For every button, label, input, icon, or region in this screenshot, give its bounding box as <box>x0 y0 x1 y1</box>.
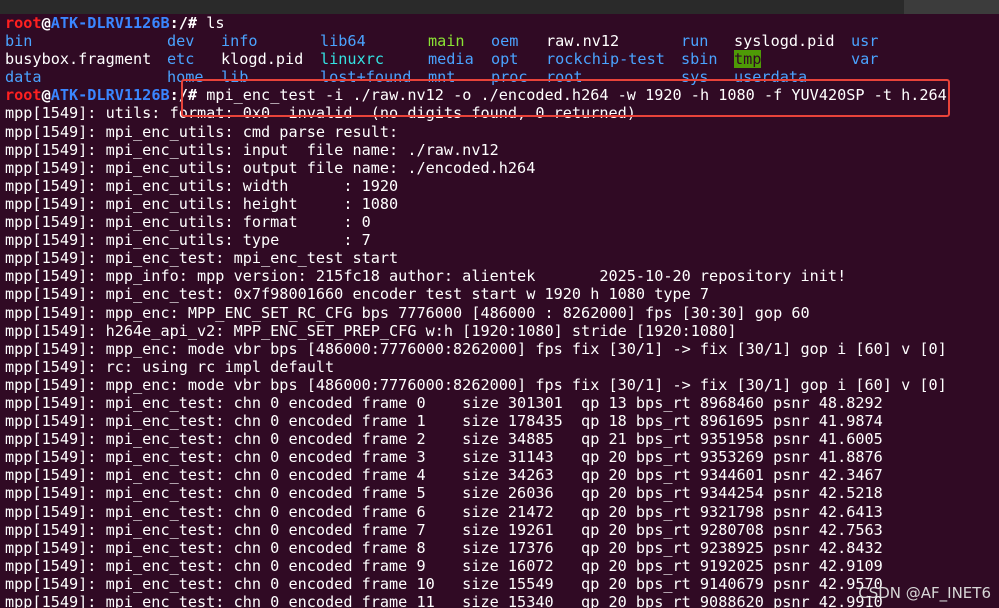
output-line: mpp[1549]: mpi_enc_utils: width : 1920 <box>5 176 399 195</box>
ls-entry: dev <box>167 32 195 51</box>
ls-entry: etc <box>167 50 195 69</box>
output-line: mpp[1549]: mpi_enc_test: chn 0 encoded f… <box>5 412 883 431</box>
ls-listing: bin dev info lib64 main oem raw.nv12 run syslogd… <box>5 32 995 86</box>
output-line: mpp[1549]: mpi_enc_utils: output file na… <box>5 158 536 177</box>
output-line: mpp[1549]: mpi_enc_test: chn 0 encoded f… <box>5 593 883 608</box>
output-line: mpp[1549]: h264e_api_v2: MPP_ENC_SET_PRE… <box>5 321 737 340</box>
ls-entry: klogd.pid <box>221 50 304 69</box>
ls-entry: opt <box>491 50 519 69</box>
ls-row: busybox.fragment etc klogd.pid linuxrc media… <box>5 50 995 69</box>
ls-entry: info <box>221 32 258 51</box>
prompt-path: :/# <box>169 14 198 32</box>
ls-entry: run <box>681 32 709 51</box>
ls-entry: lib64 <box>320 32 366 51</box>
prompt-at: @ <box>41 86 51 105</box>
prompt-at: @ <box>41 14 51 32</box>
ls-entry: main <box>428 32 465 51</box>
prompt-host: ATK-DLRV1126B <box>50 14 170 32</box>
ls-entry: sys <box>681 68 709 87</box>
ls-entry: sbin <box>681 50 718 69</box>
output-line: mpp[1549]: mpi_enc_test: chn 0 encoded f… <box>5 484 883 503</box>
command-ls: ls <box>197 14 225 32</box>
command-mpi-enc-test: mpi_enc_test -i ./raw.nv12 -o ./encoded.… <box>197 86 947 105</box>
prompt-line-mpi: root@ATK-DLRV1126B:/# mpi_enc_test -i ./… <box>5 86 995 104</box>
ls-entry: busybox.fragment <box>5 50 152 69</box>
output-line: mpp[1549]: mpi_enc_utils: format : 0 <box>5 213 371 232</box>
ls-entry: data <box>5 68 42 87</box>
ls-row: data home lib lost+found mnt proc root sys userd… <box>5 68 995 86</box>
output-line: mpp[1549]: mpi_enc_utils: cmd parse resu… <box>5 122 399 141</box>
ls-entry: home <box>167 68 204 87</box>
ls-entry: lib <box>221 68 249 87</box>
ls-entry: tmp <box>734 50 762 69</box>
command-output: mpp[1549]: utils: format: 0x0 invalid (n… <box>5 104 995 608</box>
output-line: mpp[1549]: rc: using rc impl default <box>5 357 335 376</box>
ls-entry: bin <box>5 32 33 51</box>
output-line: mpp[1549]: mpi_enc_test: chn 0 encoded f… <box>5 502 883 521</box>
prompt-host: ATK-DLRV1126B <box>50 86 170 105</box>
output-line: mpp[1549]: mpp_enc: mode vbr bps [486000… <box>5 339 947 358</box>
output-line: mpp[1549]: mpi_enc_test: chn 0 encoded f… <box>5 520 883 539</box>
window-top-bar <box>0 0 999 14</box>
output-line: mpp[1549]: mpp_enc: mode vbr bps [486000… <box>5 375 947 394</box>
ls-entry: syslogd.pid <box>734 32 835 51</box>
prompt-path: :/# <box>169 86 198 105</box>
ls-entry: proc <box>491 68 528 87</box>
output-line: mpp[1549]: mpi_enc_test: chn 0 encoded f… <box>5 393 883 412</box>
ls-entry: var <box>851 50 879 69</box>
ls-entry: mnt <box>428 68 456 87</box>
ls-entry: raw.nv12 <box>546 32 620 51</box>
prompt-user: root <box>5 86 42 105</box>
terminal-output[interactable]: root@ATK-DLRV1126B:/# ls bin dev info lib64… <box>5 14 995 608</box>
output-line: mpp[1549]: mpi_enc_utils: input file nam… <box>5 140 499 159</box>
ls-row: bin dev info lib64 main oem raw.nv12 run syslogd… <box>5 32 995 50</box>
output-line: mpp[1549]: mpi_enc_utils: height : 1080 <box>5 194 399 213</box>
output-line: mpp[1549]: mpi_enc_test: chn 0 encoded f… <box>5 574 883 593</box>
ls-entry: root <box>546 68 583 87</box>
output-line: mpp[1549]: mpi_enc_utils: type : 7 <box>5 231 371 250</box>
output-line: mpp[1549]: mpi_enc_test: chn 0 encoded f… <box>5 430 883 449</box>
output-line: mpp[1549]: mpi_enc_test: chn 0 encoded f… <box>5 556 883 575</box>
output-line: mpp[1549]: mpi_enc_test: mpi_enc_test st… <box>5 249 399 268</box>
ls-entry: usr <box>851 32 879 51</box>
output-line: mpp[1549]: mpp_info: mpp version: 215fc1… <box>5 267 847 286</box>
output-line: mpp[1549]: mpp_enc: MPP_ENC_SET_RC_CFG b… <box>5 303 810 322</box>
ls-entry: lost+found <box>320 68 412 87</box>
output-line: mpp[1549]: mpi_enc_test: chn 0 encoded f… <box>5 538 883 557</box>
output-line: mpp[1549]: mpi_enc_test: chn 0 encoded f… <box>5 448 883 467</box>
ls-entry: oem <box>491 32 519 51</box>
ls-entry: media <box>428 50 474 69</box>
ls-entry: userdata <box>734 68 808 87</box>
ls-entry: linuxrc <box>320 50 385 69</box>
output-line: mpp[1549]: mpi_enc_test: chn 0 encoded f… <box>5 466 883 485</box>
prompt-user: root <box>5 14 42 32</box>
prompt-line-ls: root@ATK-DLRV1126B:/# ls <box>5 14 995 32</box>
watermark: CSDN @AF_INET6 <box>858 584 991 602</box>
ls-entry: rockchip-test <box>546 50 665 69</box>
output-line: mpp[1549]: mpi_enc_test: 0x7f98001660 en… <box>5 285 710 304</box>
output-line: mpp[1549]: utils: format: 0x0 invalid (n… <box>5 104 636 123</box>
terminal-tab[interactable] <box>904 0 999 14</box>
